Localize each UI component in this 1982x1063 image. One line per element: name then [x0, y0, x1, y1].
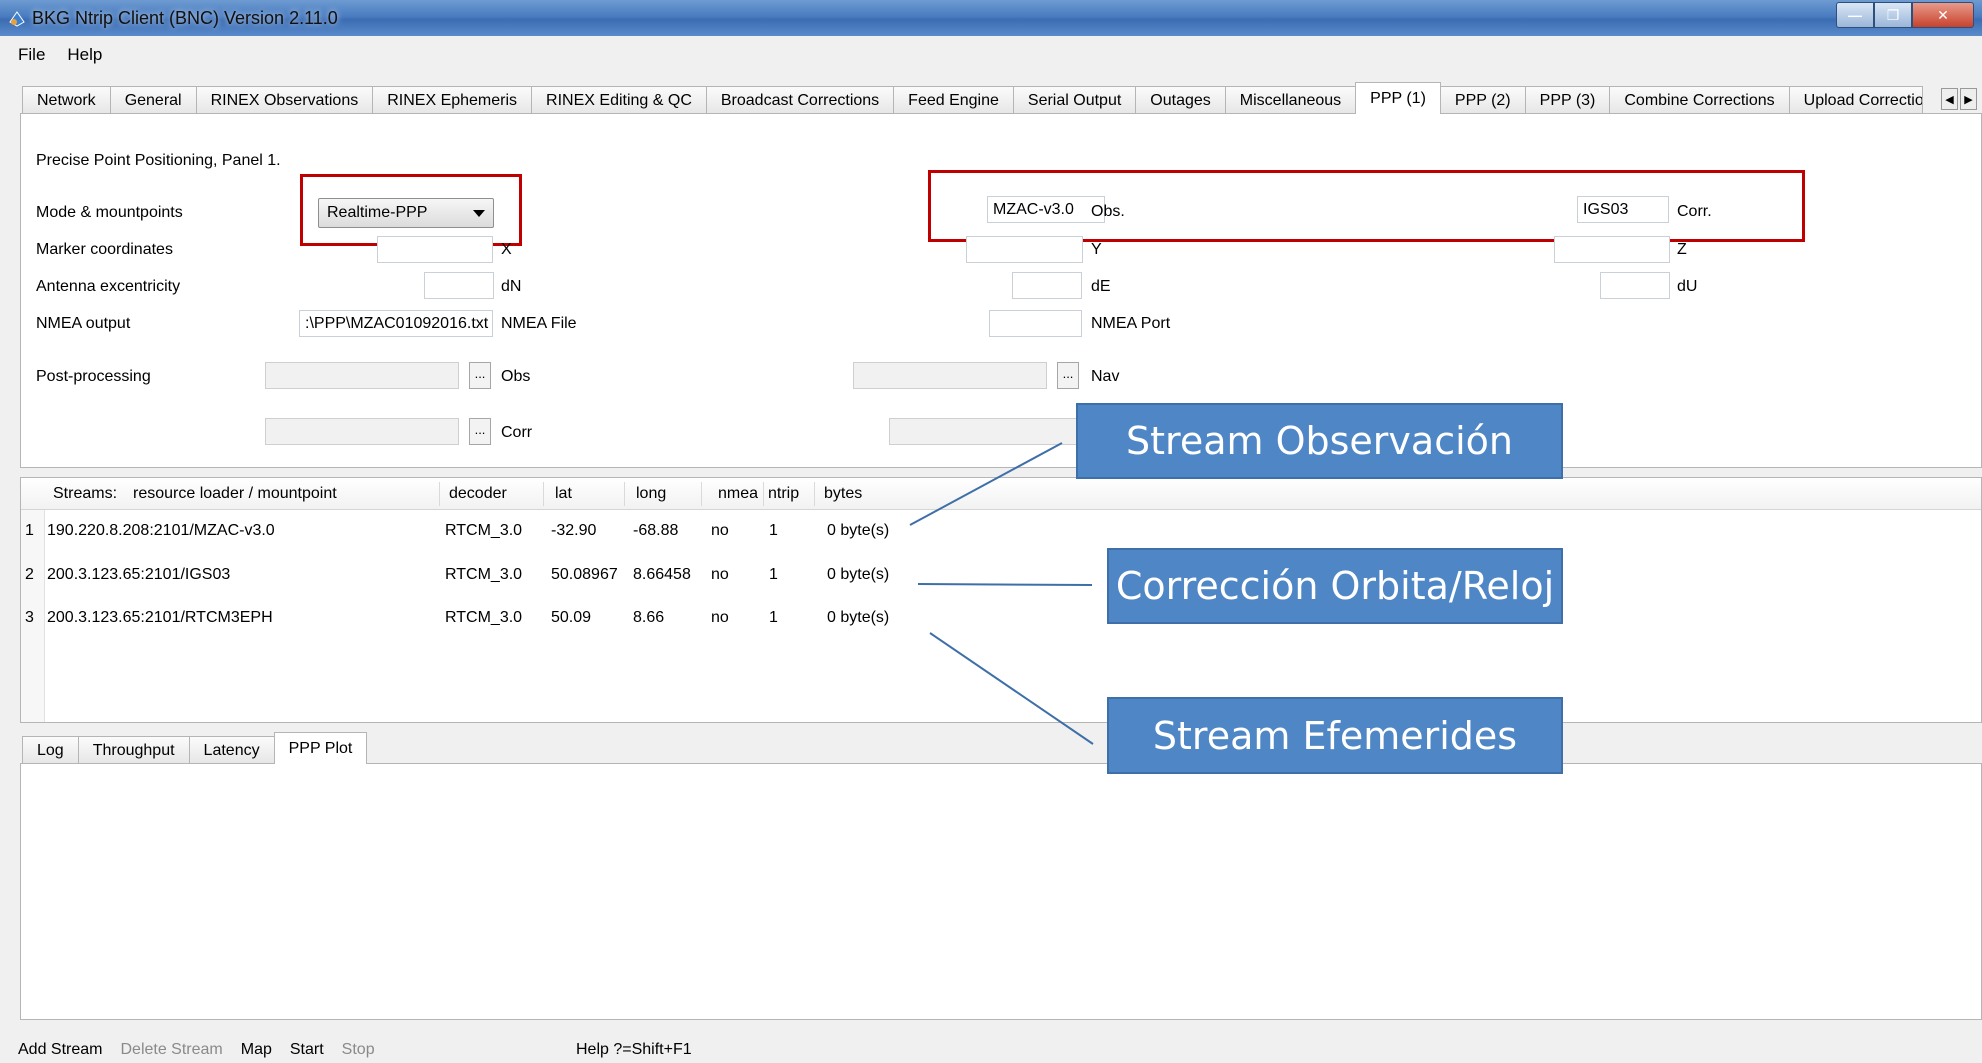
corr-connector — [917, 583, 1093, 586]
callout-connectors — [909, 442, 1094, 745]
tab-ppp-1[interactable]: PPP (1) — [1355, 82, 1441, 114]
obs-connector — [909, 442, 1063, 526]
callout-stream-ephemeris: Stream Efemerides — [1107, 697, 1563, 774]
callout-orbit-clock-correction: Corrección Orbita/Reloj — [1107, 548, 1563, 624]
callout-stream-observation: Stream Observación — [1076, 403, 1563, 479]
eph-connector — [929, 632, 1094, 745]
bnc-window: BKG Ntrip Client (BNC) Version 2.11.0 — … — [0, 0, 1982, 1063]
tab-ppp-plot[interactable]: PPP Plot — [273, 732, 368, 764]
